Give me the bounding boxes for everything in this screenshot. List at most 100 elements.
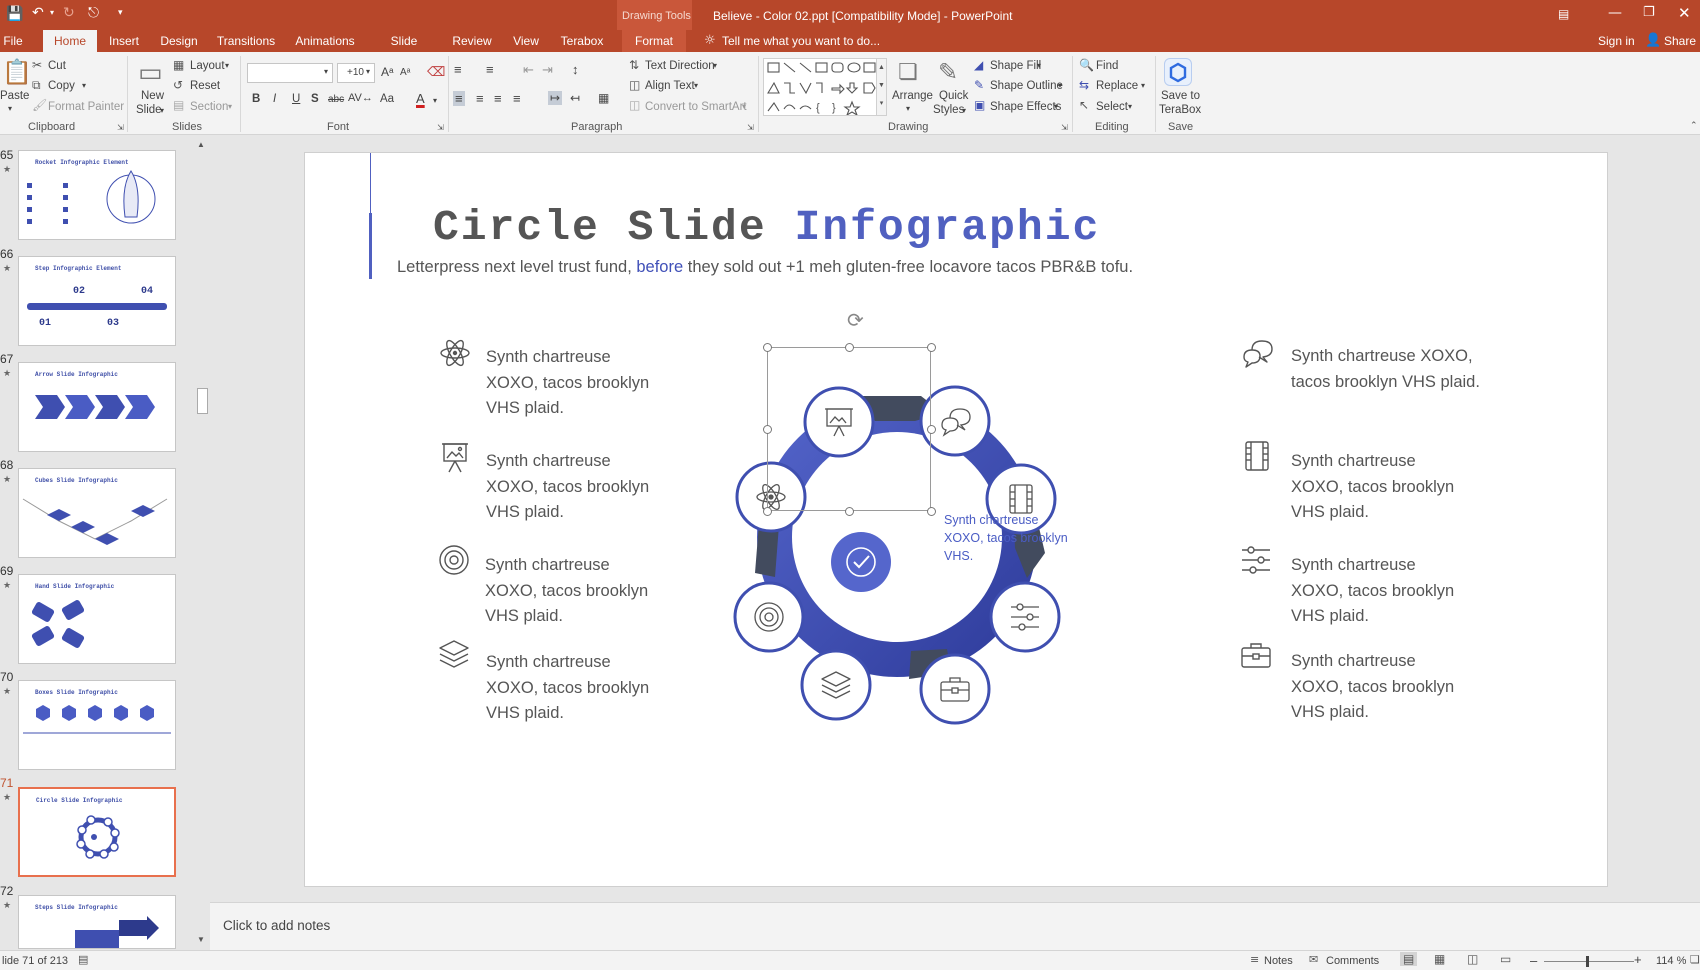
- scroll-thumb[interactable]: [197, 388, 208, 414]
- convert-smartart-button[interactable]: Convert to SmartArt: [645, 101, 747, 113]
- decrease-font-icon[interactable]: Aᵃ: [400, 67, 410, 78]
- close-icon[interactable]: ✕: [1678, 4, 1691, 22]
- new-slide-dropdown-icon[interactable]: ▾: [160, 106, 164, 115]
- shape-outline-button[interactable]: Shape Outline: [990, 80, 1063, 92]
- selection-handle[interactable]: [927, 343, 936, 352]
- align-center-icon[interactable]: ≡: [476, 91, 484, 106]
- strikethrough-icon[interactable]: abc: [328, 94, 344, 105]
- replace-dropdown-icon[interactable]: ▾: [1141, 81, 1145, 90]
- ribbon-display-options-icon[interactable]: ▤: [1558, 7, 1569, 21]
- slide-title[interactable]: Circle Slide Infographic: [433, 203, 1100, 252]
- left-text-4[interactable]: Synth chartreuse XOXO, tacos brooklyn VHS …: [486, 650, 649, 727]
- copy-button[interactable]: Copy: [48, 80, 75, 92]
- slide-subtitle[interactable]: Letterpress next level trust fund, befor…: [397, 258, 1133, 277]
- notes-placeholder[interactable]: Click to add notes: [223, 918, 330, 933]
- selection-handle[interactable]: [927, 507, 936, 516]
- section-button[interactable]: Section: [190, 101, 228, 113]
- zoom-level[interactable]: 114 %: [1656, 955, 1686, 967]
- align-left-icon[interactable]: ≡: [453, 91, 465, 106]
- tab-insert[interactable]: Insert: [106, 30, 142, 52]
- align-text-icon[interactable]: ◫: [629, 78, 640, 92]
- quick-styles-button-line1[interactable]: Quick: [939, 90, 968, 102]
- undo-dropdown-icon[interactable]: ▾: [50, 8, 54, 17]
- slide-sorter-icon[interactable]: ▦: [1434, 952, 1445, 966]
- bold-icon[interactable]: B: [252, 93, 260, 105]
- shadow-icon[interactable]: S: [311, 93, 319, 105]
- save-terabox-line1[interactable]: Save to: [1161, 90, 1200, 102]
- slide-thumbnail-66[interactable]: Step Infographic Element 01 02 03 04: [18, 256, 176, 346]
- increase-indent-icon[interactable]: ⇥: [542, 62, 553, 78]
- left-text-2[interactable]: Synth chartreuse XOXO, tacos brooklyn VHS …: [486, 449, 649, 526]
- font-color-dropdown-icon[interactable]: ▾: [433, 96, 437, 105]
- columns-icon[interactable]: ▦: [598, 91, 609, 105]
- shape-outline-icon[interactable]: ✎: [974, 78, 984, 92]
- center-caption[interactable]: Synth chartreuse XOXO, tacos brooklyn VHS.: [944, 511, 1068, 565]
- right-text-1[interactable]: Synth chartreuse XOXO, tacos brooklyn VHS…: [1291, 344, 1480, 395]
- slide-canvas[interactable]: Circle Slide Infographic Letterpress nex…: [304, 152, 1608, 887]
- section-dropdown-icon[interactable]: ▾: [228, 102, 232, 111]
- underline-icon[interactable]: U: [292, 93, 300, 105]
- select-button[interactable]: Select: [1096, 101, 1128, 113]
- left-text-1[interactable]: Synth chartreuse XOXO, tacos brooklyn VHS …: [486, 345, 649, 422]
- notes-button[interactable]: Notes: [1264, 955, 1293, 967]
- terabox-icon[interactable]: [1164, 58, 1192, 86]
- tab-view[interactable]: View: [510, 30, 542, 52]
- paste-button[interactable]: Paste: [0, 90, 29, 102]
- format-painter-icon[interactable]: 🖌: [32, 98, 47, 112]
- format-painter-button[interactable]: Format Painter: [48, 101, 124, 113]
- tab-file[interactable]: File: [0, 30, 26, 52]
- align-right-icon[interactable]: ≡: [494, 91, 502, 106]
- slide-thumbnail-70[interactable]: Boxes Slide Infographic: [18, 680, 176, 770]
- selection-handle[interactable]: [845, 507, 854, 516]
- right-text-2[interactable]: Synth chartreuse XOXO, tacos brooklyn VHS …: [1291, 449, 1454, 526]
- selection-box[interactable]: [767, 347, 931, 511]
- paste-dropdown-icon[interactable]: ▾: [8, 104, 12, 113]
- select-dropdown-icon[interactable]: ▾: [1128, 102, 1132, 111]
- redo-icon[interactable]: ↻: [63, 5, 75, 21]
- notes-pane[interactable]: Click to add notes: [210, 902, 1700, 950]
- collapse-ribbon-icon[interactable]: ⌃: [1690, 121, 1698, 131]
- font-name-box[interactable]: [247, 63, 333, 83]
- convert-smartart-dropdown-icon[interactable]: ▾: [742, 102, 746, 111]
- font-name-dropdown-icon[interactable]: ▾: [324, 67, 328, 76]
- new-slide-button-line2[interactable]: Slide: [136, 104, 162, 116]
- clipboard-launcher-icon[interactable]: ⇲: [117, 123, 124, 132]
- reading-view-icon[interactable]: ◫: [1467, 952, 1478, 966]
- rotate-handle-icon[interactable]: ⟳: [847, 308, 864, 332]
- bullets-icon[interactable]: ≡: [454, 62, 462, 77]
- scissors-icon[interactable]: ✂: [32, 58, 42, 72]
- replace-button[interactable]: Replace: [1096, 80, 1138, 92]
- tab-slide-show[interactable]: Slide Show: [374, 30, 434, 70]
- slide-thumbnail-65[interactable]: Rocket Infographic Element: [18, 150, 176, 240]
- minimize-icon[interactable]: —: [1608, 5, 1622, 21]
- customize-toolbar-icon[interactable]: ▾: [118, 8, 123, 18]
- text-direction-dropdown-icon[interactable]: ▾: [713, 61, 717, 70]
- smartart-icon[interactable]: ◫: [629, 98, 640, 112]
- left-text-3[interactable]: Synth chartreuse XOXO, tacos brooklyn VHS …: [485, 553, 648, 630]
- font-color-icon[interactable]: A: [416, 91, 425, 106]
- select-icon[interactable]: ↖: [1079, 98, 1089, 112]
- italic-icon[interactable]: I: [273, 93, 276, 105]
- copy-dropdown-icon[interactable]: ▾: [82, 81, 86, 90]
- selection-handle[interactable]: [927, 425, 936, 434]
- change-case-icon[interactable]: Aa: [380, 93, 394, 105]
- right-text-3[interactable]: Synth chartreuse XOXO, tacos brooklyn VHS …: [1291, 553, 1454, 630]
- section-icon[interactable]: ▤: [173, 98, 184, 112]
- tab-terabox[interactable]: Terabox: [559, 30, 605, 52]
- slide-thumbnail-67[interactable]: Arrow Slide Infographic: [18, 362, 176, 452]
- shapes-gallery[interactable]: {}: [763, 58, 887, 116]
- save-icon[interactable]: 💾: [6, 6, 23, 22]
- shapes-gallery-scroll[interactable]: ▲ ▼ ▾: [876, 59, 886, 115]
- tab-animations[interactable]: Animations: [293, 30, 357, 52]
- comments-icon[interactable]: ✉: [1309, 953, 1318, 966]
- tab-review[interactable]: Review: [451, 30, 493, 52]
- arrange-button[interactable]: Arrange: [892, 90, 933, 102]
- new-slide-icon[interactable]: ▭: [138, 58, 163, 88]
- slide-thumbnail-69[interactable]: Hand Slide Infographic: [18, 574, 176, 664]
- slide-show-icon[interactable]: ▭: [1500, 952, 1511, 966]
- slide-thumbnail-71[interactable]: Circle Slide Infographic: [18, 787, 176, 877]
- layout-dropdown-icon[interactable]: ▾: [225, 61, 229, 70]
- tell-me-search[interactable]: Tell me what you want to do...: [722, 34, 880, 48]
- undo-icon[interactable]: ↶: [32, 5, 44, 21]
- new-slide-button-line1[interactable]: New: [141, 90, 164, 102]
